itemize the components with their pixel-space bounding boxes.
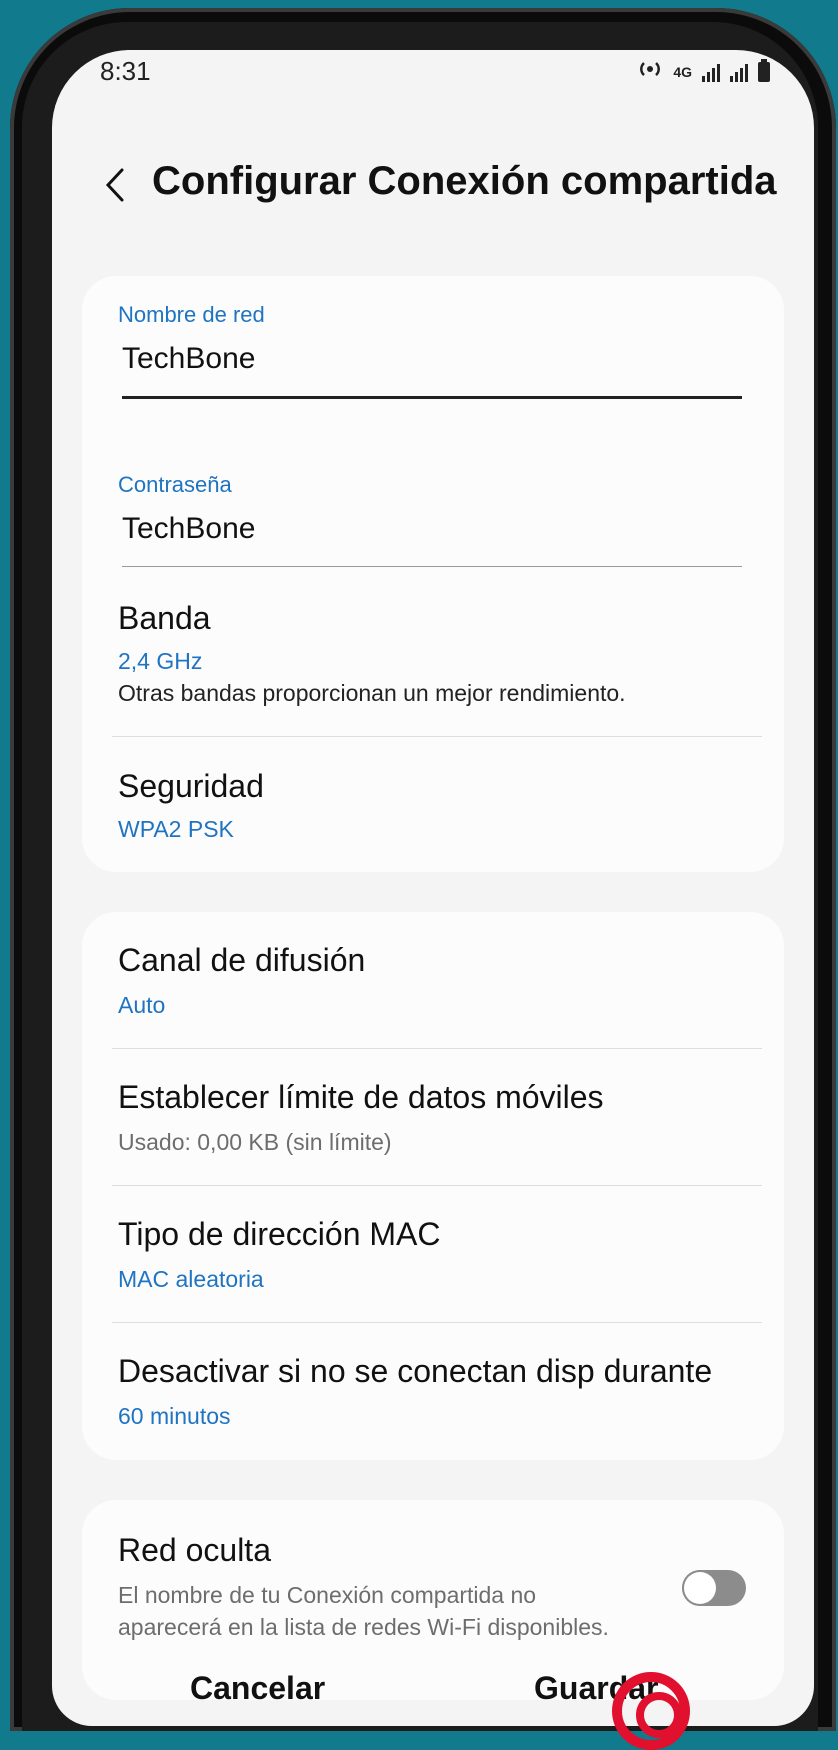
mac-type-setting[interactable]: Tipo de dirección MAC MAC aleatoria [82, 1186, 784, 1321]
hidden-network-description-1: El nombre de tu Conexión compartida no [118, 1582, 537, 1608]
security-value: WPA2 PSK [118, 816, 234, 842]
security-title: Seguridad [118, 768, 264, 804]
advanced-settings-card: Canal de difusión Auto Establecer límite… [82, 912, 784, 1460]
hidden-network-description-2: aparecerá en la lista de redes Wi-Fi dis… [118, 1614, 609, 1640]
password-input[interactable]: TechBone [122, 512, 255, 546]
hidden-network-toggle[interactable] [682, 1570, 746, 1606]
band-title: Banda [118, 600, 211, 636]
cancel-button[interactable]: Cancelar [190, 1670, 325, 1707]
chevron-left-icon [105, 168, 124, 202]
mac-type-title: Tipo de dirección MAC [118, 1216, 441, 1252]
network-settings-card: Nombre de red TechBone Contraseña TechBo… [82, 276, 784, 872]
status-bar: 8:31 4G [52, 50, 814, 100]
channel-title: Canal de difusión [118, 942, 366, 978]
channel-setting[interactable]: Canal de difusión Auto [82, 912, 784, 1047]
mac-type-value: MAC aleatoria [118, 1266, 264, 1292]
security-setting[interactable]: Seguridad WPA2 PSK [82, 738, 784, 858]
hotspot-icon [637, 58, 663, 86]
band-value: 2,4 GHz [118, 648, 203, 674]
network-type-icon: 4G [673, 64, 692, 80]
data-limit-setting[interactable]: Establecer límite de datos móviles Usado… [82, 1049, 784, 1184]
app-header: Configurar Conexión compartida [52, 145, 814, 225]
timeout-setting[interactable]: Desactivar si no se conectan disp durant… [82, 1323, 784, 1458]
divider [112, 736, 762, 737]
screen: 8:31 4G Configurar Conexión compartida N… [52, 50, 814, 1726]
bottom-action-bar: Cancelar Guardar [52, 1666, 814, 1726]
hidden-network-title: Red oculta [118, 1532, 271, 1568]
data-limit-title: Establecer límite de datos móviles [118, 1079, 604, 1115]
network-name-input[interactable]: TechBone [122, 342, 255, 376]
network-name-underline [122, 396, 742, 399]
timeout-value: 60 minutos [118, 1403, 231, 1429]
back-button[interactable] [90, 155, 140, 215]
band-note: Otras bandas proporcionan un mejor rendi… [118, 680, 626, 706]
channel-value: Auto [118, 992, 166, 1018]
data-limit-value: Usado: 0,00 KB (sin límite) [118, 1129, 392, 1155]
battery-icon [758, 59, 770, 82]
tap-indicator-icon [612, 1672, 690, 1750]
status-time: 8:31 [100, 56, 151, 86]
timeout-title: Desactivar si no se conectan disp durant… [118, 1353, 713, 1389]
page-title: Configurar Conexión compartida [152, 159, 777, 203]
signal-icon-2 [730, 62, 748, 82]
network-name-label: Nombre de red [118, 302, 265, 327]
password-underline [122, 566, 742, 567]
signal-icon [702, 62, 720, 82]
band-setting[interactable]: Banda 2,4 GHz Otras bandas proporcionan … [82, 576, 784, 716]
status-icons: 4G [637, 58, 770, 86]
password-label: Contraseña [118, 472, 232, 497]
